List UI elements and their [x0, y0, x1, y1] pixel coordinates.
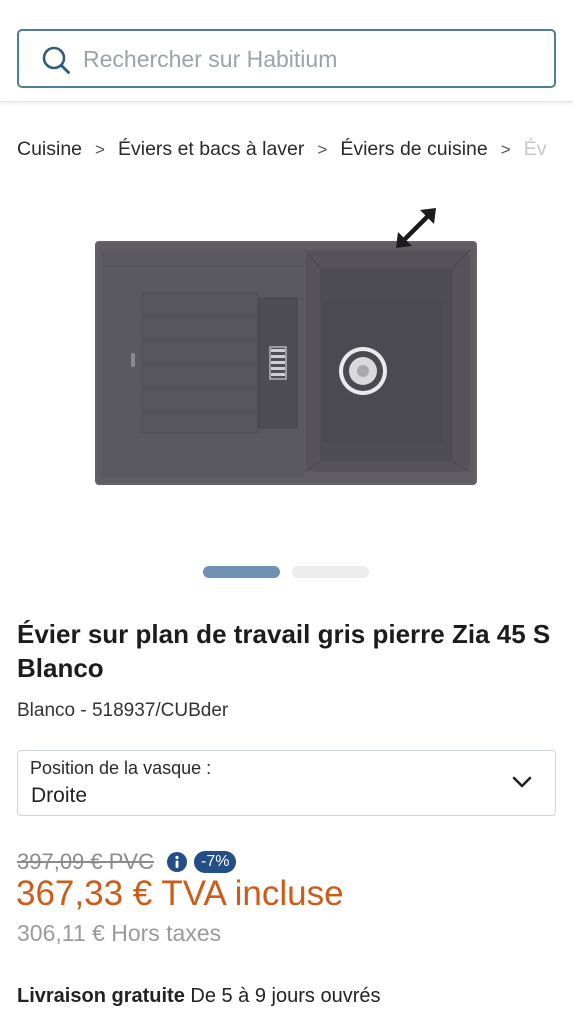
old-price: 397,09 € PVC — [17, 849, 154, 874]
select-label: Position de la vasque : — [30, 758, 212, 778]
breadcrumb-separator: > — [317, 140, 328, 159]
bowl-position-select[interactable]: Position de la vasque : Droite — [17, 750, 556, 816]
price-ht: 306,11 € Hors taxes — [17, 920, 222, 946]
gallery-dot[interactable] — [292, 566, 369, 578]
gallery-dot-active[interactable] — [203, 566, 280, 578]
breadcrumb-item-eviers-cuisine[interactable]: Éviers de cuisine — [340, 138, 487, 161]
breadcrumb-item-cuisine[interactable]: Cuisine — [17, 138, 82, 161]
delivery-detail: De 5 à 9 jours ouvrés — [190, 985, 381, 1007]
product-title: Évier sur plan de travail gris pierre Zi… — [17, 619, 551, 683]
breadcrumb-separator: > — [500, 140, 511, 159]
product-image[interactable] — [0, 190, 573, 550]
search-icon[interactable] — [41, 45, 71, 75]
discount-badge: -7% — [193, 851, 237, 873]
old-price-row: 397,09 € PVC -7% — [17, 848, 237, 876]
breadcrumb: Cuisine > Éviers et bacs à laver > Éviers de… — [17, 138, 573, 166]
search-input[interactable] — [83, 39, 543, 79]
price-ttc: 367,33 € TVA incluse — [16, 874, 344, 913]
breadcrumb-separator: > — [95, 140, 105, 159]
expand-icon[interactable] — [390, 202, 442, 254]
breadcrumb-item-truncated[interactable]: Év — [524, 138, 547, 161]
breadcrumb-item-eviers-bacs[interactable]: Éviers et bacs à laver — [118, 138, 304, 161]
select-value: Droite — [31, 784, 88, 807]
search-box[interactable] — [17, 29, 556, 88]
delivery-info: Livraison gratuite De 5 à 9 jours ouvrés — [17, 985, 380, 1008]
top-bar — [0, 0, 573, 102]
info-icon[interactable] — [166, 851, 188, 873]
gallery-pagination — [0, 566, 573, 578]
product-brand-reference: Blanco - 518937/CUBder — [17, 700, 229, 721]
delivery-label: Livraison gratuite — [17, 985, 185, 1007]
chevron-down-icon[interactable] — [511, 774, 533, 790]
